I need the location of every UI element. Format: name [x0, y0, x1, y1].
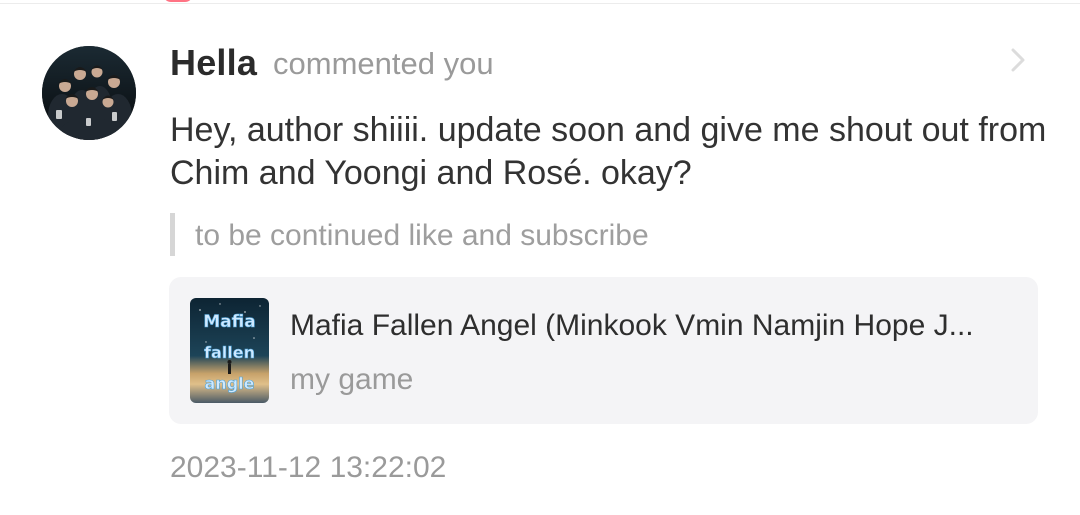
chevron-right-icon[interactable]	[1004, 46, 1032, 74]
top-divider	[0, 3, 1080, 4]
user-avatar[interactable]	[42, 46, 136, 140]
cover-title-line1: Mafia	[203, 312, 255, 332]
cover-title-line3: angle	[205, 374, 255, 393]
story-subtitle: my game	[290, 363, 414, 396]
user-name[interactable]: Hella	[170, 41, 257, 85]
story-title[interactable]: Mafia Fallen Angel (Minkook Vmin Namjin …	[290, 306, 1020, 346]
story-cover-art: Mafia fallen angle	[190, 298, 269, 403]
top-accent-mark	[163, 0, 193, 2]
notification-page: Hella commented you Hey, author shiiii. …	[0, 0, 1080, 515]
avatar-image	[42, 46, 136, 140]
story-cover-image: Mafia fallen angle	[190, 298, 269, 403]
quoted-text: to be continued like and subscribe	[195, 219, 649, 252]
cover-title-line2: fallen	[204, 343, 255, 362]
comment-text: Hey, author shiiii. update soon and give…	[170, 111, 1047, 192]
story-card[interactable]: Mafia fallen angle Mafia Fallen Angel (M…	[169, 277, 1038, 424]
timestamp: 2023-11-12 13:22:02	[170, 451, 447, 484]
action-text: commented you	[273, 46, 494, 81]
quote-bar	[170, 213, 175, 256]
